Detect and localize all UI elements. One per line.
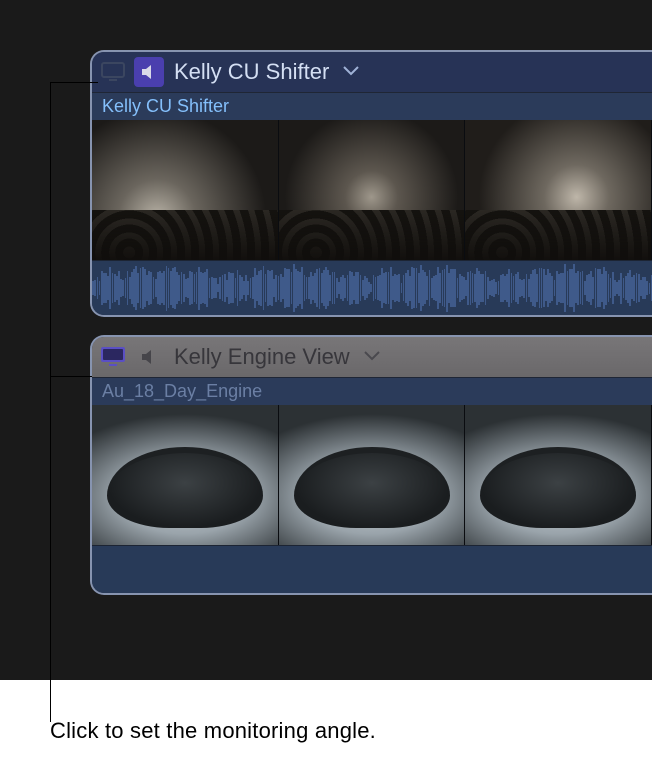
angle-title[interactable]: Kelly Engine View: [174, 344, 350, 370]
thumbnail: [279, 120, 466, 260]
clip-name-text: Au_18_Day_Engine: [102, 381, 262, 402]
filmstrip[interactable]: [92, 405, 652, 545]
clip-name-text: Kelly CU Shifter: [102, 96, 229, 117]
chevron-down-icon[interactable]: [343, 63, 359, 81]
callout-leader: [50, 82, 51, 722]
angle-header: Kelly Engine View: [92, 337, 652, 377]
monitor-toggle[interactable]: [98, 57, 128, 87]
thumbnail: [465, 405, 652, 545]
audio-waveform[interactable]: [92, 260, 652, 315]
callout-leader: [50, 82, 98, 83]
audio-toggle[interactable]: [134, 57, 164, 87]
angle-header: Kelly CU Shifter: [92, 52, 652, 92]
audio-toggle[interactable]: [134, 342, 164, 372]
filmstrip[interactable]: [92, 120, 652, 260]
monitor-icon: [101, 62, 125, 82]
callout-text: Click to set the monitoring angle.: [50, 718, 376, 744]
clip-name-label: Kelly CU Shifter: [92, 92, 652, 120]
monitor-icon: [100, 346, 126, 368]
thumbnail: [465, 120, 652, 260]
monitor-toggle[interactable]: [98, 342, 128, 372]
thumbnail: [92, 120, 279, 260]
speaker-icon: [140, 348, 158, 366]
angle-tracks: Kelly CU Shifter Kelly CU Shifter: [90, 50, 652, 650]
angle-row: Kelly CU Shifter Kelly CU Shifter: [90, 50, 652, 317]
clip-name-label: Au_18_Day_Engine: [92, 377, 652, 405]
thumbnail: [279, 405, 466, 545]
audio-waveform[interactable]: [92, 545, 652, 593]
callout-leader: [50, 376, 92, 377]
angle-title[interactable]: Kelly CU Shifter: [174, 59, 329, 85]
angle-row: Kelly Engine View Au_18_Day_Engine: [90, 335, 652, 595]
angle-viewer-panel: Kelly CU Shifter Kelly CU Shifter: [0, 0, 652, 680]
speaker-icon: [140, 63, 158, 81]
chevron-down-icon[interactable]: [364, 348, 380, 366]
thumbnail: [92, 405, 279, 545]
